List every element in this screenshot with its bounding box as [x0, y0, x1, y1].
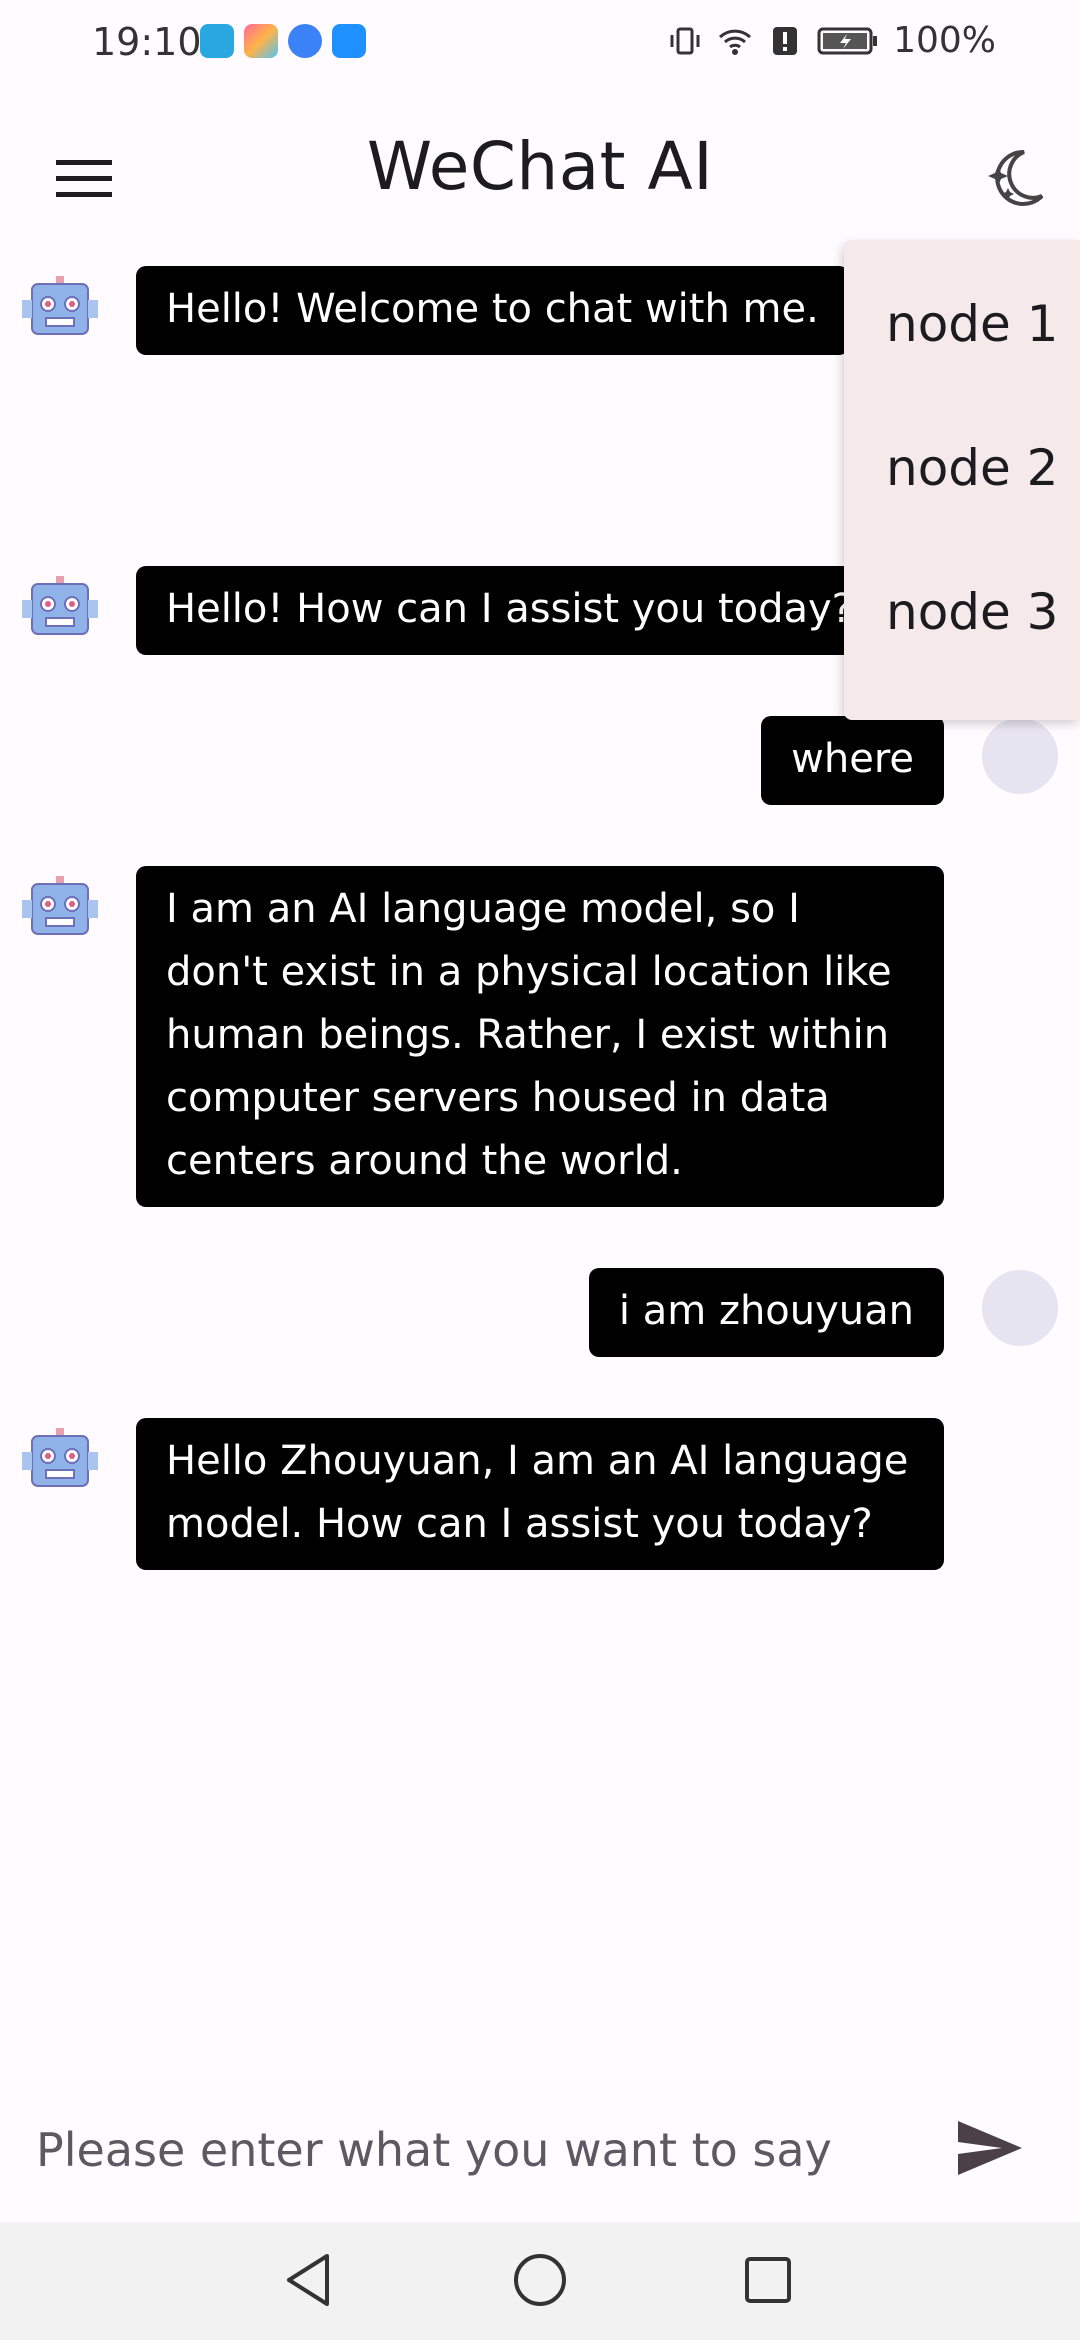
battery-percent: 100%: [893, 20, 996, 61]
page-title: WeChat AI: [366, 128, 714, 205]
status-right: 100%: [667, 20, 996, 61]
book-app-icon: [200, 24, 234, 58]
browser-icon: [288, 24, 322, 58]
robot-avatar-icon: [22, 1428, 98, 1487]
app-bar: WeChat AI: [0, 88, 1080, 248]
back-button[interactable]: [272, 2244, 344, 2316]
bot-message-bubble: Hello! Welcome to chat with me.: [136, 266, 849, 355]
recents-button[interactable]: [732, 2244, 804, 2316]
home-circle-icon: [514, 2254, 566, 2306]
send-button[interactable]: [948, 2106, 1032, 2190]
wifi-icon: [719, 29, 752, 55]
robot-avatar-icon: [22, 276, 98, 335]
robot-avatar-icon: [22, 576, 98, 635]
user-message-bubble: where: [761, 716, 944, 805]
menu-item-node-3[interactable]: node 3: [844, 540, 1080, 684]
status-time: 19:10: [92, 20, 202, 64]
menu-item-node-2[interactable]: node 2: [844, 396, 1080, 540]
dark-mode-icon: [988, 149, 1044, 206]
battery-icon: [817, 27, 878, 54]
robot-avatar-icon: [22, 876, 98, 935]
send-icon: [958, 2121, 1022, 2175]
theme-toggle-button[interactable]: [974, 136, 1058, 220]
node-dropdown-menu: node 1 node 2 node 3: [844, 240, 1080, 720]
alert-icon: [773, 26, 798, 55]
bot-message-bubble: I am an AI language model, so I don't ex…: [136, 866, 944, 1207]
back-triangle-icon: [287, 2254, 329, 2306]
message-input[interactable]: [36, 2110, 916, 2190]
home-button[interactable]: [504, 2244, 576, 2316]
status-bar: 19:10 100%: [0, 0, 1080, 88]
bot-message-bubble: Hello! How can I assist you today?: [136, 566, 883, 655]
bot-message-bubble: Hello Zhouyuan, I am an AI language mode…: [136, 1418, 944, 1570]
app-store-icon: [244, 24, 278, 58]
recents-square-icon: [745, 2257, 791, 2303]
user-message-bubble: i am zhouyuan: [588, 1268, 944, 1357]
user-avatar: [982, 718, 1058, 794]
menu-item-node-1[interactable]: node 1: [844, 252, 1080, 396]
vibrate-icon: [670, 27, 700, 54]
notification-icons: [200, 24, 366, 58]
system-navigation-bar: [0, 2222, 1080, 2340]
user-avatar: [982, 1270, 1058, 1346]
weather-icon: [332, 24, 366, 58]
